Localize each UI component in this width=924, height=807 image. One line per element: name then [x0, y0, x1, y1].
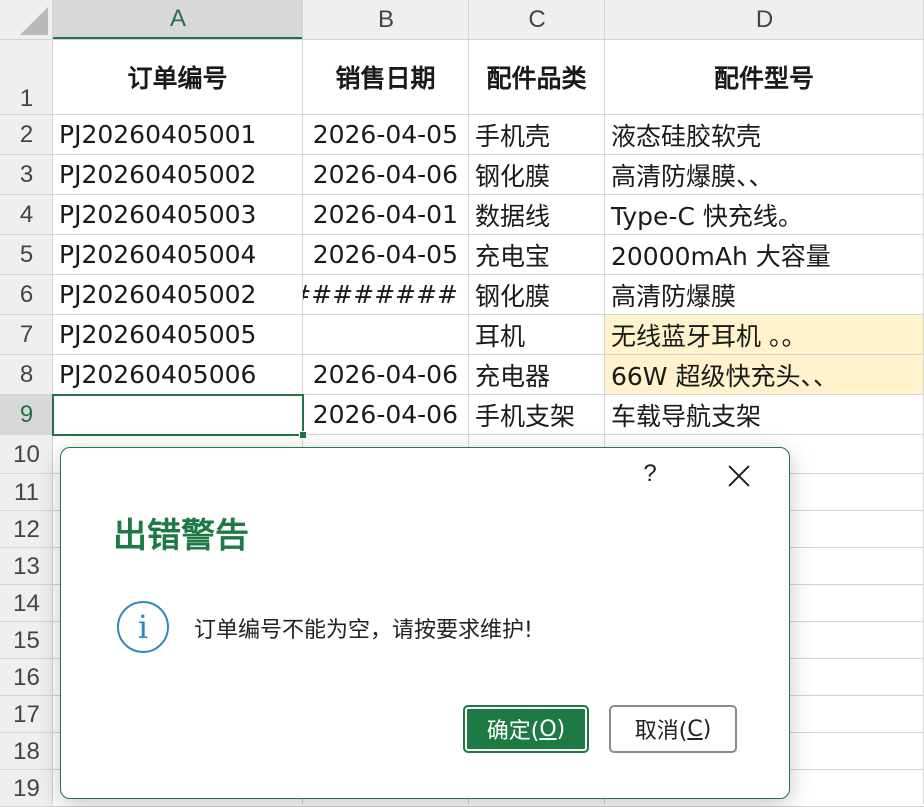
cell-b3[interactable]: 2026-04-06 — [303, 155, 468, 194]
row-header-1[interactable]: 1 — [0, 40, 53, 115]
cancel-label: 取消( — [634, 719, 688, 744]
row-header-9[interactable]: 9 — [0, 395, 53, 435]
cell-b2[interactable]: 2026-04-05 — [303, 115, 468, 154]
cell-a6[interactable]: PJ20260405002 — [53, 275, 302, 314]
cell-b7[interactable] — [303, 315, 468, 354]
row-header-13[interactable]: 13 — [0, 548, 53, 585]
row-header-2[interactable]: 2 — [0, 115, 53, 155]
cell-a2[interactable]: PJ20260405001 — [53, 115, 302, 154]
error-alert-dialog: ? 出错警告 i 订单编号不能为空，请按要求维护! 确定(O) 取消(C) — [60, 447, 790, 799]
cell-b8[interactable]: 2026-04-06 — [303, 355, 468, 394]
cell-d9[interactable]: 车载导航支架 — [605, 395, 923, 434]
close-icon[interactable] — [725, 462, 753, 490]
ok-shortcut-key: O — [539, 716, 557, 742]
active-cell-a9[interactable] — [52, 394, 307, 439]
row-header-19[interactable]: 19 — [0, 770, 53, 807]
row-header-5[interactable]: 5 — [0, 235, 53, 275]
dialog-message: 订单编号不能为空，请按要求维护! — [194, 618, 533, 643]
ok-button[interactable]: 确定(O) — [463, 705, 589, 753]
cell-b4[interactable]: 2026-04-01 — [303, 195, 468, 234]
cell-c5[interactable]: 充电宝 — [469, 235, 604, 274]
cell-c4[interactable]: 数据线 — [469, 195, 604, 234]
cell-b9[interactable]: 2026-04-06 — [303, 395, 468, 434]
cell-a4[interactable]: PJ20260405003 — [53, 195, 302, 234]
row-header-11[interactable]: 11 — [0, 474, 53, 511]
row-header-12[interactable]: 12 — [0, 511, 53, 548]
select-all-corner[interactable] — [0, 0, 53, 40]
cell-c8[interactable]: 充电器 — [469, 355, 604, 394]
info-icon: i — [117, 601, 169, 653]
row-header-10[interactable]: 10 — [0, 435, 53, 474]
column-header-a[interactable]: A — [53, 0, 303, 40]
row-header-16[interactable]: 16 — [0, 659, 53, 696]
row-header-14[interactable]: 14 — [0, 585, 53, 622]
column-header-b[interactable]: B — [303, 0, 469, 40]
cell-c3[interactable]: 钢化膜 — [469, 155, 604, 194]
cell-c2[interactable]: 手机壳 — [469, 115, 604, 154]
cell-a8[interactable]: PJ20260405006 — [53, 355, 302, 394]
header-cell-c[interactable]: 配件品类 — [469, 40, 604, 114]
help-button[interactable]: ? — [639, 460, 661, 490]
cell-d7[interactable]: 无线蓝牙耳机 。。 — [605, 315, 923, 354]
column-header-c[interactable]: C — [469, 0, 605, 40]
cancel-label-close: ) — [702, 716, 712, 742]
cancel-shortcut-key: C — [687, 716, 703, 742]
row-header-18[interactable]: 18 — [0, 733, 53, 770]
row-header-6[interactable]: 6 — [0, 275, 53, 315]
cell-d8[interactable]: 66W 超级快充头、、 — [605, 355, 923, 394]
cancel-button[interactable]: 取消(C) — [609, 705, 737, 753]
cell-d2[interactable]: 液态硅胶软壳 — [605, 115, 923, 154]
cell-d6[interactable]: 高清防爆膜 — [605, 275, 923, 314]
cell-d5[interactable]: 20000mAh 大容量 — [605, 235, 923, 274]
header-cell-a[interactable]: 订单编号 — [53, 40, 302, 114]
row-header-7[interactable]: 7 — [0, 315, 53, 355]
row-header-15[interactable]: 15 — [0, 622, 53, 659]
cell-a7[interactable]: PJ20260405005 — [53, 315, 302, 354]
cell-d4[interactable]: Type-C 快充线。 — [605, 195, 923, 234]
row-header-17[interactable]: 17 — [0, 696, 53, 733]
row-header-8[interactable]: 8 — [0, 355, 53, 395]
cell-c6[interactable]: 钢化膜 — [469, 275, 604, 314]
dialog-title: 出错警告 — [113, 516, 249, 556]
cell-a3[interactable]: PJ20260405002 — [53, 155, 302, 194]
cell-b5[interactable]: 2026-04-05 — [303, 235, 468, 274]
cell-a5[interactable]: PJ20260405004 — [53, 235, 302, 274]
cell-c9[interactable]: 手机支架 — [469, 395, 604, 434]
header-cell-b[interactable]: 销售日期 — [303, 40, 468, 114]
row-header-3[interactable]: 3 — [0, 155, 53, 195]
cell-d3[interactable]: 高清防爆膜、、 — [605, 155, 923, 194]
ok-label: 确定( — [486, 719, 540, 744]
cell-b6[interactable]: ######### — [303, 275, 468, 314]
ok-label-close: ) — [556, 716, 566, 742]
column-header-d[interactable]: D — [605, 0, 924, 40]
row-header-4[interactable]: 4 — [0, 195, 53, 235]
header-cell-d[interactable]: 配件型号 — [605, 40, 923, 114]
cell-c7[interactable]: 耳机 — [469, 315, 604, 354]
